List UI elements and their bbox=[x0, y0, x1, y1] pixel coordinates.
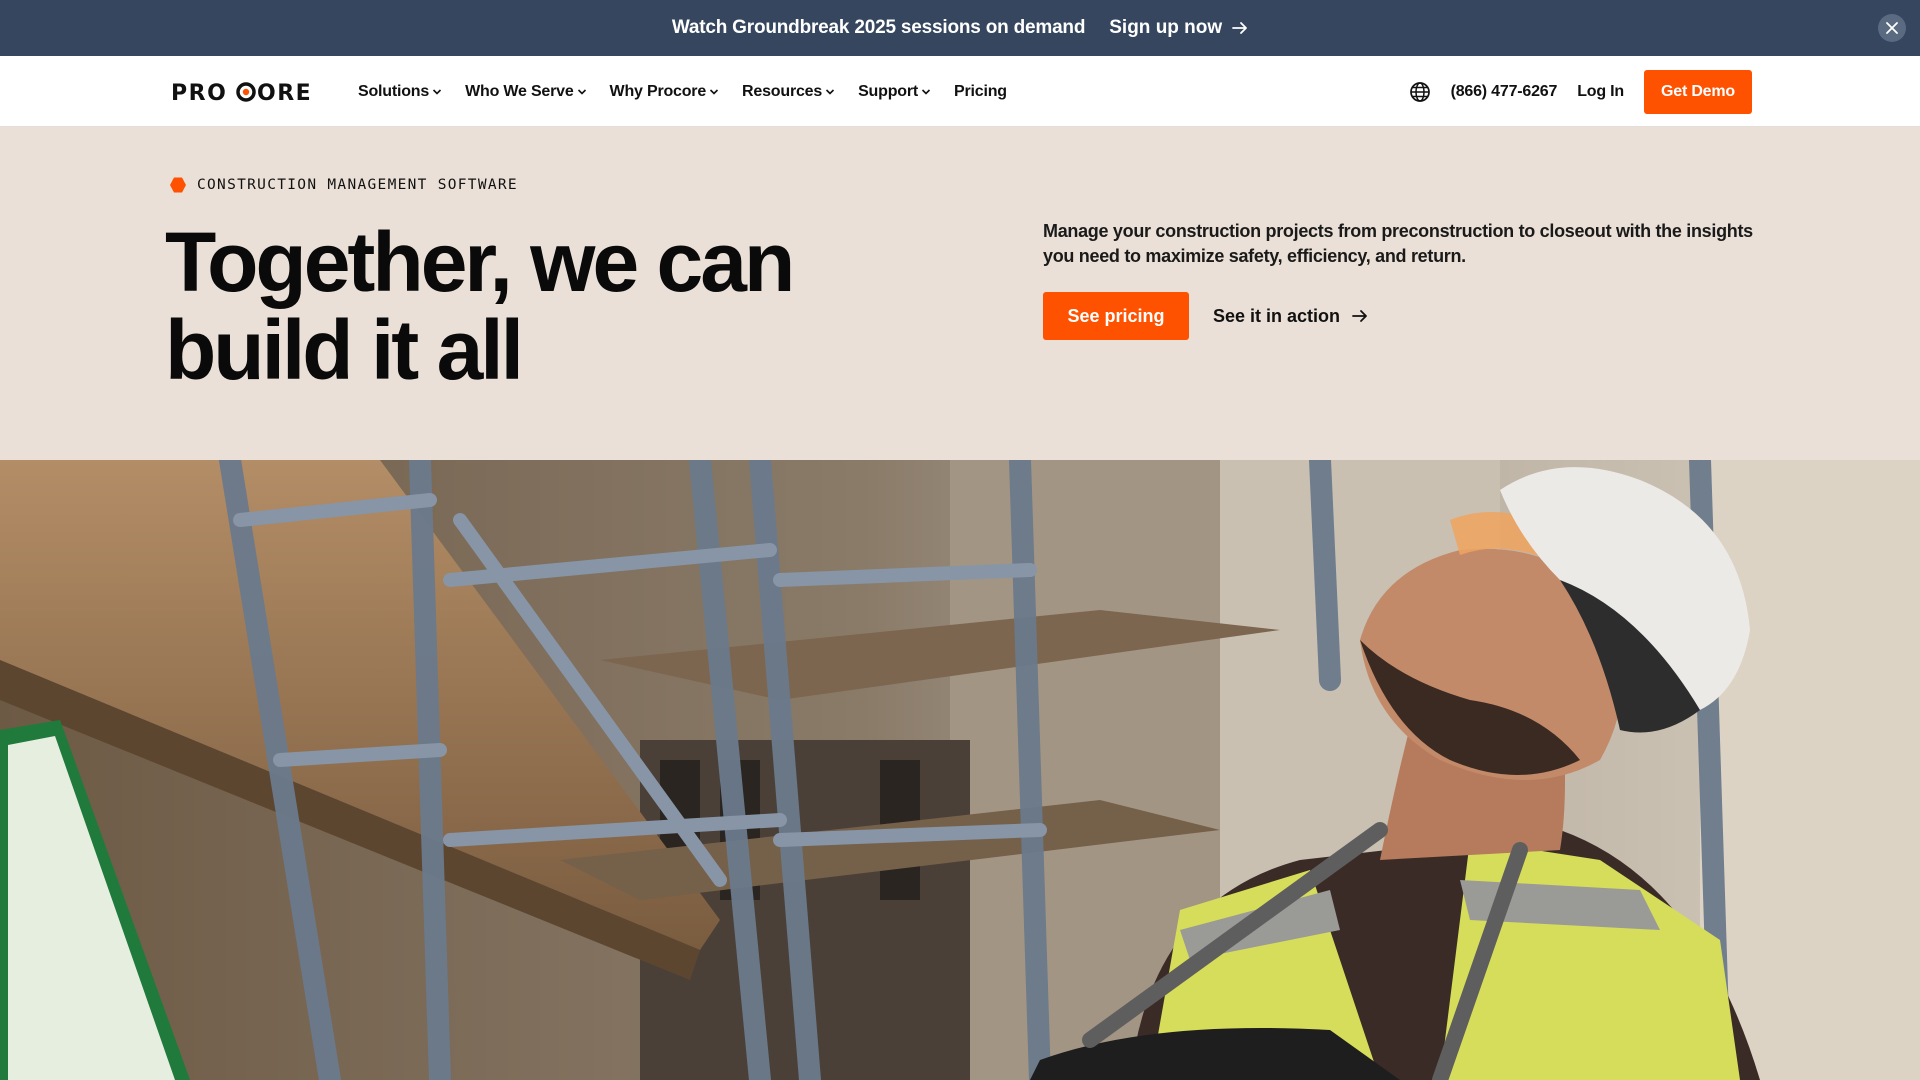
login-link[interactable]: Log In bbox=[1577, 83, 1624, 101]
nav-item-label: Support bbox=[858, 82, 918, 100]
chevron-down-icon bbox=[826, 89, 835, 95]
phone-number-link[interactable]: (866) 477-6267 bbox=[1451, 83, 1558, 101]
chevron-down-icon bbox=[577, 89, 586, 95]
get-demo-button[interactable]: Get Demo bbox=[1644, 69, 1752, 114]
main-navigation: PRO ORE Solutions Who We Serve Why Proco… bbox=[0, 56, 1920, 127]
procore-logo[interactable]: PRO ORE bbox=[171, 80, 317, 104]
see-it-in-action-label: See it in action bbox=[1213, 305, 1341, 326]
hero-eyebrow: CONSTRUCTION MANAGEMENT SOFTWARE bbox=[169, 176, 518, 194]
nav-item-label: Why Procore bbox=[609, 82, 707, 100]
hero-headline: Together, we can build it all bbox=[165, 218, 925, 394]
nav-item-solutions[interactable]: Solutions bbox=[358, 83, 442, 101]
banner-signup-label: Sign up now bbox=[1109, 17, 1223, 38]
svg-text:PRO: PRO bbox=[171, 81, 227, 103]
nav-item-why-procore[interactable]: Why Procore bbox=[610, 83, 720, 101]
hexagon-icon bbox=[170, 177, 186, 193]
announcement-banner: Watch Groundbreak 2025 sessions on deman… bbox=[0, 0, 1920, 56]
nav-item-label: Who We Serve bbox=[465, 82, 574, 100]
hero-description: Manage your construction projects from p… bbox=[1043, 221, 1753, 266]
construction-worker-illustration bbox=[0, 460, 1920, 1080]
banner-message: Watch Groundbreak 2025 sessions on deman… bbox=[671, 17, 1086, 38]
hero-image bbox=[0, 460, 1920, 1080]
chevron-down-icon bbox=[709, 89, 719, 95]
logo-wordmark-icon: PRO ORE bbox=[171, 81, 312, 103]
nav-menu: Solutions Who We Serve Why Procore Resou… bbox=[358, 56, 1030, 127]
svg-text:ORE: ORE bbox=[257, 81, 312, 103]
nav-item-who-we-serve[interactable]: Who We Serve bbox=[465, 83, 586, 101]
see-pricing-button[interactable]: See pricing bbox=[1043, 292, 1189, 340]
banner-close-button[interactable] bbox=[1878, 14, 1906, 42]
see-it-in-action-link[interactable]: See it in action bbox=[1213, 292, 1368, 340]
chevron-down-icon bbox=[433, 89, 442, 95]
nav-utilities: (866) 477-6267 Log In Get Demo bbox=[1409, 56, 1752, 127]
headline-line-2: build it all bbox=[165, 303, 524, 397]
close-icon bbox=[1886, 22, 1898, 34]
nav-item-label: Resources bbox=[742, 82, 823, 100]
eyebrow-label: CONSTRUCTION MANAGEMENT SOFTWARE bbox=[197, 177, 518, 193]
nav-item-label: Solutions bbox=[358, 82, 430, 100]
chevron-down-icon bbox=[921, 89, 931, 95]
nav-item-pricing[interactable]: Pricing bbox=[954, 83, 1007, 101]
arrow-right-icon bbox=[1232, 22, 1248, 34]
nav-item-resources[interactable]: Resources bbox=[742, 83, 835, 101]
headline-line-1: Together, we can bbox=[165, 215, 795, 309]
arrow-right-icon bbox=[1352, 310, 1367, 322]
nav-item-label: Pricing bbox=[954, 82, 1007, 100]
banner-signup-link[interactable]: Sign up now bbox=[1109, 17, 1248, 39]
globe-icon[interactable] bbox=[1409, 81, 1431, 103]
nav-item-support[interactable]: Support bbox=[858, 83, 931, 101]
